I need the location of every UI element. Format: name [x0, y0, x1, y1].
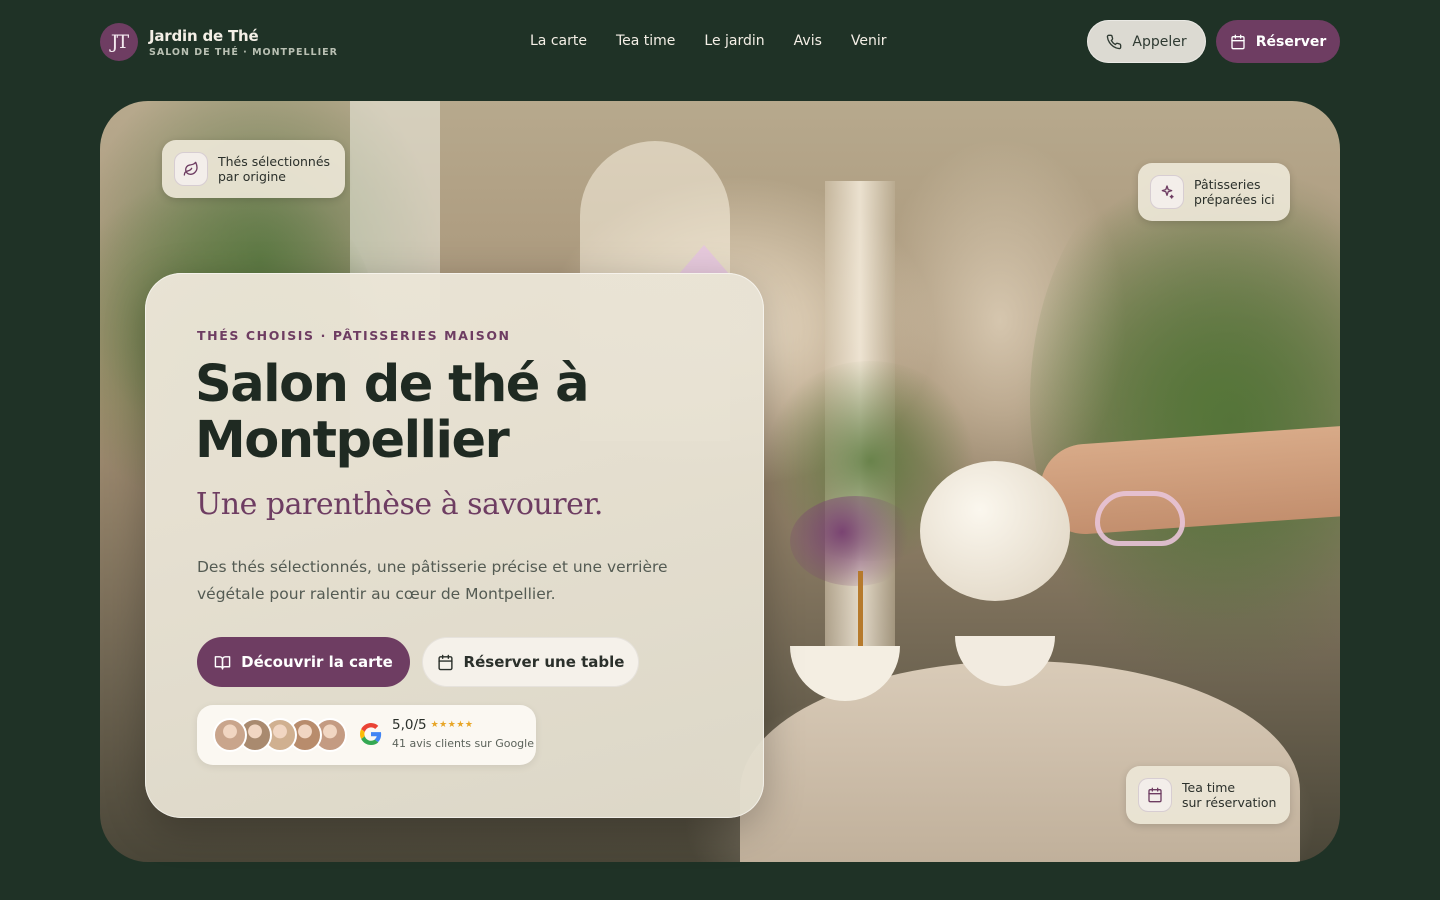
badge-pastry-line1: Pâtisseries — [1194, 177, 1261, 192]
brand-logo: JT — [100, 23, 138, 61]
badge-origin-line2: par origine — [218, 169, 286, 184]
leaf-icon — [174, 152, 208, 186]
nav-item-avis[interactable]: Avis — [794, 31, 822, 51]
call-button[interactable]: Appeler — [1087, 20, 1206, 63]
main-nav: La carte Tea time Le jardin Avis Venir — [530, 31, 916, 51]
hero-card: THÉS CHOISIS · PÂTISSERIES MAISON Salon … — [145, 273, 764, 818]
badge-origin: Thés sélectionnés par origine — [162, 140, 345, 198]
google-reviews-widget[interactable]: 5,0/5 ★★★★★ 41 avis clients sur Google — [197, 705, 536, 765]
discover-menu-label: Découvrir la carte — [241, 653, 393, 671]
badge-pastry: Pâtisseries préparées ici — [1138, 163, 1290, 221]
brand-name: Jardin de Thé — [149, 27, 259, 45]
nav-item-le-jardin[interactable]: Le jardin — [704, 31, 764, 51]
decorative-doodle — [1095, 491, 1185, 546]
call-button-label: Appeler — [1132, 33, 1187, 50]
nav-item-tea-time[interactable]: Tea time — [616, 31, 675, 51]
photo-teapot — [920, 461, 1070, 601]
brand[interactable]: JT Jardin de Thé SALON DE THÉ · MONTPELL… — [100, 23, 338, 61]
page-title: Salon de thé à Montpellier — [195, 357, 715, 469]
page-title-line2: Montpellier — [195, 411, 510, 470]
hero-description: Des thés sélectionnés, une pâtisserie pr… — [197, 558, 668, 603]
review-count: 41 avis clients sur Google — [392, 737, 534, 750]
calendar-icon — [437, 654, 453, 670]
badge-pastry-line2: préparées ici — [1194, 192, 1275, 207]
badge-origin-line1: Thés sélectionnés — [218, 154, 331, 169]
badge-pastry-text: Pâtisseries préparées ici — [1194, 177, 1275, 207]
phone-icon — [1107, 34, 1122, 49]
rating-value: 5,0/5 — [392, 717, 427, 733]
site-header: JT Jardin de Thé SALON DE THÉ · MONTPELL… — [0, 0, 1440, 84]
reserve-table-button[interactable]: Réserver une table — [422, 637, 639, 687]
page-title-line1: Salon de thé à — [195, 355, 590, 414]
book-button-label: Réserver — [1255, 33, 1327, 50]
rating-row: 5,0/5 ★★★★★ — [392, 717, 473, 733]
badge-tea-time-line2: sur réservation — [1182, 795, 1277, 810]
discover-menu-button[interactable]: Découvrir la carte — [197, 637, 410, 687]
book-button[interactable]: Réserver — [1216, 20, 1340, 63]
rating-stars: ★★★★★ — [430, 720, 474, 730]
nav-item-la-carte[interactable]: La carte — [530, 31, 587, 51]
calendar-icon — [1231, 34, 1245, 49]
badge-tea-time: Tea time sur réservation — [1126, 766, 1290, 824]
hero-tagline: Une parenthèse à savourer. — [196, 487, 603, 522]
book-open-icon — [214, 655, 231, 670]
badge-tea-time-text: Tea time sur réservation — [1182, 780, 1276, 810]
nav-item-venir[interactable]: Venir — [851, 31, 887, 51]
brand-text: Jardin de Thé SALON DE THÉ · MONTPELLIER — [149, 26, 338, 58]
google-logo-icon — [360, 723, 382, 745]
calendar-icon — [1138, 778, 1172, 812]
avatar — [213, 718, 247, 752]
photo-flowers — [790, 496, 920, 586]
decorative-pink-shape — [678, 245, 730, 275]
reviewer-avatars — [213, 718, 347, 752]
brand-subtitle: SALON DE THÉ · MONTPELLIER — [149, 47, 338, 58]
badge-tea-time-line1: Tea time — [1182, 780, 1236, 795]
sparkle-icon — [1150, 175, 1184, 209]
hero-eyebrow: THÉS CHOISIS · PÂTISSERIES MAISON — [197, 328, 511, 343]
reserve-table-label: Réserver une table — [463, 653, 625, 671]
badge-origin-text: Thés sélectionnés par origine — [218, 154, 330, 184]
